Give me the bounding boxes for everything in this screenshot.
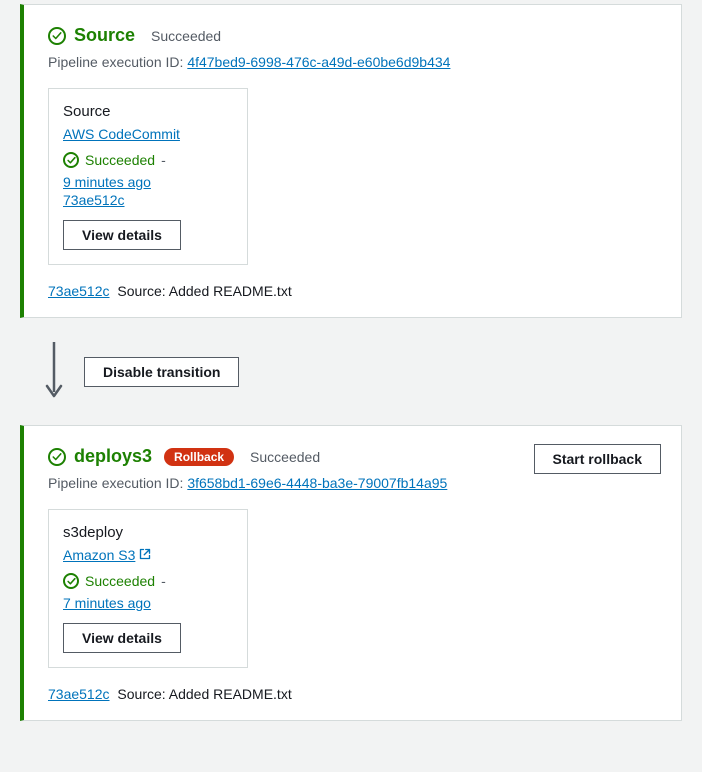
action-card-s3deploy: s3deploy Amazon S3 Succeeded - 7 minutes… bbox=[48, 509, 248, 668]
action-title: s3deploy bbox=[63, 524, 233, 541]
exec-id-label: Pipeline execution ID: bbox=[48, 54, 183, 70]
exec-id-link[interactable]: 3f658bd1-69e6-4448-ba3e-79007fb14a95 bbox=[187, 475, 447, 491]
action-card-source: Source AWS CodeCommit Succeeded - 9 minu… bbox=[48, 88, 248, 265]
rollback-badge: Rollback bbox=[164, 448, 234, 466]
action-status-row: Succeeded - 9 minutes ago bbox=[63, 152, 233, 190]
action-provider-link[interactable]: Amazon S3 bbox=[63, 547, 151, 563]
dash: - bbox=[161, 152, 166, 168]
exec-id-label: Pipeline execution ID: bbox=[48, 475, 183, 491]
check-circle-icon bbox=[63, 152, 79, 168]
stage-deploys3: Start rollback deploys3 Rollback Succeed… bbox=[20, 425, 682, 721]
view-details-button[interactable]: View details bbox=[63, 220, 181, 250]
arrow-down-icon bbox=[44, 340, 64, 403]
stage-status: Succeeded bbox=[151, 28, 221, 44]
start-rollback-button[interactable]: Start rollback bbox=[534, 444, 661, 474]
view-details-button[interactable]: View details bbox=[63, 623, 181, 653]
footer-commit-link[interactable]: 73ae512c bbox=[48, 686, 110, 702]
action-title: Source bbox=[63, 103, 233, 120]
action-status: Succeeded bbox=[85, 152, 155, 168]
action-provider-link[interactable]: AWS CodeCommit bbox=[63, 126, 180, 142]
check-circle-icon bbox=[63, 573, 79, 589]
stage-header: Source Succeeded bbox=[24, 5, 681, 54]
action-commit-link[interactable]: 73ae512c bbox=[63, 192, 125, 208]
stage-actions: Start rollback bbox=[534, 444, 661, 474]
check-circle-icon bbox=[48, 27, 66, 45]
stage-name: deploys3 bbox=[74, 446, 152, 467]
action-time-link[interactable]: 7 minutes ago bbox=[63, 595, 151, 611]
check-circle-icon bbox=[48, 448, 66, 466]
footer-message: Source: Added README.txt bbox=[117, 686, 291, 702]
action-status: Succeeded bbox=[85, 573, 155, 589]
provider-label: Amazon S3 bbox=[63, 547, 135, 563]
action-status-row: Succeeded - 7 minutes ago bbox=[63, 573, 233, 611]
exec-id-row: Pipeline execution ID: 4f47bed9-6998-476… bbox=[24, 54, 681, 88]
exec-id-link[interactable]: 4f47bed9-6998-476c-a49d-e60be6d9b434 bbox=[187, 54, 450, 70]
stage-name: Source bbox=[74, 25, 135, 46]
stage-status: Succeeded bbox=[250, 449, 320, 465]
stage-footer: 73ae512c Source: Added README.txt bbox=[24, 686, 681, 720]
footer-message: Source: Added README.txt bbox=[117, 283, 291, 299]
footer-commit-link[interactable]: 73ae512c bbox=[48, 283, 110, 299]
exec-id-row: Pipeline execution ID: 3f658bd1-69e6-444… bbox=[24, 475, 681, 509]
stage-footer: 73ae512c Source: Added README.txt bbox=[24, 283, 681, 317]
disable-transition-button[interactable]: Disable transition bbox=[84, 357, 239, 387]
action-time-link[interactable]: 9 minutes ago bbox=[63, 174, 151, 190]
dash: - bbox=[161, 573, 166, 589]
transition-section: Disable transition bbox=[0, 322, 702, 421]
external-link-icon bbox=[139, 547, 151, 563]
stage-source: Source Succeeded Pipeline execution ID: … bbox=[20, 4, 682, 318]
